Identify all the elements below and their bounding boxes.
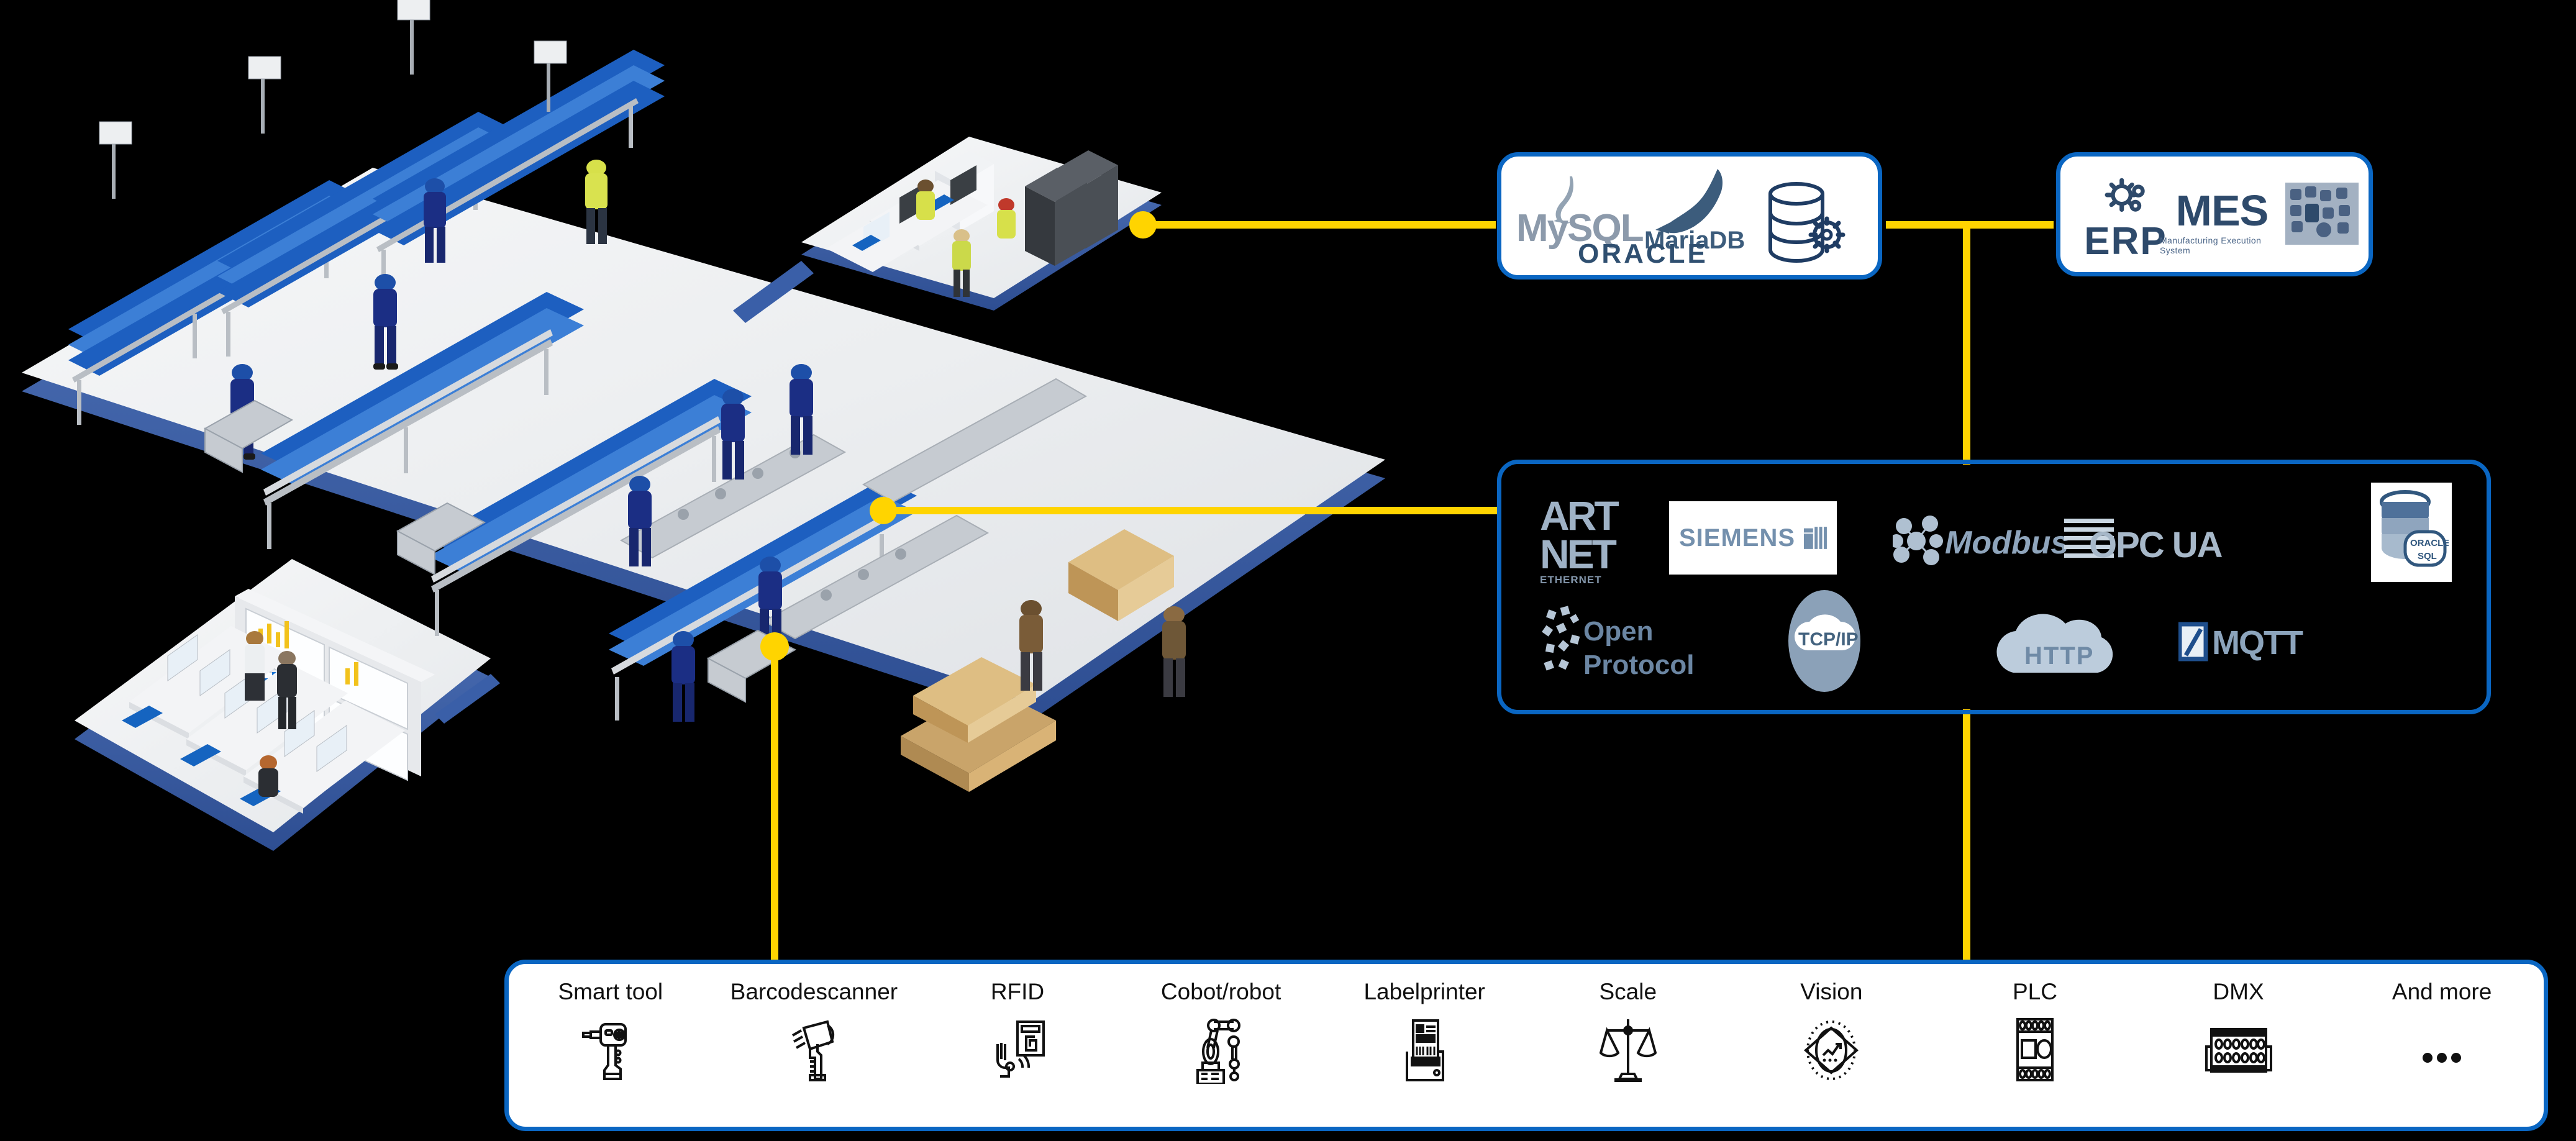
- oracle-logo: ORACLE: [1556, 236, 1730, 272]
- mes-label: MES: [2175, 186, 2269, 235]
- scale-icon: [1597, 1016, 1659, 1084]
- device-item-rfid[interactable]: RFID: [916, 964, 1119, 1084]
- device-label: RFID: [990, 979, 1045, 1004]
- device-item-and-more[interactable]: And more: [2340, 964, 2544, 1084]
- device-label: Smart tool: [558, 979, 663, 1004]
- http-label: HTTP: [2024, 642, 2094, 670]
- plc-icon: [2004, 1016, 2066, 1084]
- wire-node-production-floor: [870, 497, 897, 524]
- device-item-labelprinter[interactable]: Labelprinter: [1322, 964, 1526, 1084]
- label-printer-icon: [1393, 1016, 1455, 1084]
- rfid-icon: [986, 1016, 1049, 1084]
- barcode-scanner-icon: [783, 1016, 845, 1084]
- wire-floor-to-protocols: [882, 507, 1497, 514]
- device-label: Cobot/robot: [1160, 979, 1281, 1004]
- open-protocol-line2: Protocol: [1583, 650, 1694, 680]
- device-item-cobot-robot[interactable]: Cobot/robot: [1119, 964, 1323, 1084]
- mqtt-logo: MQTT: [2178, 616, 2352, 678]
- wire-trunk-to-protocols: [1963, 221, 1970, 465]
- erp-gear-icon: [2105, 178, 2145, 212]
- device-label: Scale: [1599, 979, 1657, 1004]
- device-label: PLC: [2012, 979, 2057, 1004]
- wire-floor-to-devices: [771, 646, 778, 964]
- ellipsis-icon: [2414, 1016, 2470, 1084]
- wire-node-device-line: [760, 632, 789, 661]
- artnet-sublabel: ETHERNET: [1540, 574, 1602, 586]
- erp-logo: ERP: [2079, 176, 2172, 263]
- modbus-label: Modbus: [1945, 525, 2069, 561]
- mes-logo: MES Manufacturing Execution System: [2160, 180, 2284, 261]
- wire-node-server-room: [1129, 211, 1157, 239]
- isometric-factory-illustration: [0, 0, 1429, 969]
- device-item-scale[interactable]: Scale: [1526, 964, 1730, 1084]
- apps-collage-icon: [2285, 183, 2359, 245]
- dmx-icon: [2201, 1016, 2276, 1084]
- tcpip-label: TCP/IP: [1798, 629, 1859, 650]
- device-item-barcodescanner[interactable]: Barcodescanner: [712, 964, 916, 1084]
- mqtt-label: MQTT: [2212, 624, 2303, 661]
- siemens-plc-icon: [1804, 527, 1827, 549]
- enterprise-systems-panel: ERP MES Manufacturing Execution System: [2056, 152, 2373, 276]
- erp-label: ERP: [2084, 220, 2167, 263]
- wire-server-to-database: [1142, 221, 1496, 229]
- artnet-logo: ART NET ETHERNET: [1539, 493, 1663, 592]
- http-logo: HTTP: [1992, 599, 2135, 693]
- siemens-label: SIEMENS: [1679, 524, 1796, 552]
- open-protocol-logo: Open Protocol: [1539, 601, 1725, 688]
- oracle-sql-line2: SQL: [2418, 551, 2437, 561]
- opcua-label: OPC UA: [2089, 525, 2223, 565]
- opcua-logo: OPC UA: [2060, 506, 2296, 575]
- mes-sublabel: Manufacturing Execution System: [2160, 235, 2262, 255]
- siemens-logo: SIEMENS: [1669, 501, 1837, 575]
- diagram-canvas: MySQL MariaDB ORACLE ERP MES Manufacturi…: [0, 0, 2576, 1141]
- device-label: Barcodescanner: [730, 979, 898, 1004]
- device-item-vision[interactable]: Vision: [1730, 964, 1934, 1084]
- tcpip-logo: TCP/IP: [1762, 588, 1886, 694]
- device-item-smart-tool[interactable]: Smart tool: [509, 964, 712, 1084]
- device-item-plc[interactable]: PLC: [1933, 964, 2137, 1084]
- wire-protocols-to-devices: [1963, 709, 1970, 964]
- modbus-logo: Modbus: [1893, 510, 2079, 572]
- oracle-label: ORACLE: [1578, 239, 1708, 269]
- cobot-robot-icon: [1190, 1016, 1252, 1084]
- device-label: DMX: [2213, 979, 2264, 1004]
- device-label: Labelprinter: [1363, 979, 1485, 1004]
- device-bar: Smart tool Barcodescanner RFID Cobot/rob…: [504, 960, 2548, 1131]
- device-label: And more: [2392, 979, 2492, 1004]
- open-protocol-line1: Open: [1583, 616, 1653, 647]
- device-item-dmx[interactable]: DMX: [2137, 964, 2341, 1084]
- smart-tool-icon: [580, 1016, 642, 1084]
- vision-icon: [1797, 1016, 1865, 1084]
- database-gear-icon: [1762, 180, 1862, 267]
- device-label: Vision: [1800, 979, 1863, 1004]
- protocols-panel: ART NET ETHERNET SIEMENS Modbus OPC UA O…: [1497, 460, 2491, 714]
- oracle-sql-line1: ORACLE: [2410, 538, 2449, 548]
- oracle-sql-logo: ORACLE SQL: [2371, 483, 2452, 582]
- database-panel: MySQL MariaDB ORACLE: [1497, 152, 1882, 280]
- artnet-line2: NET: [1540, 531, 1617, 577]
